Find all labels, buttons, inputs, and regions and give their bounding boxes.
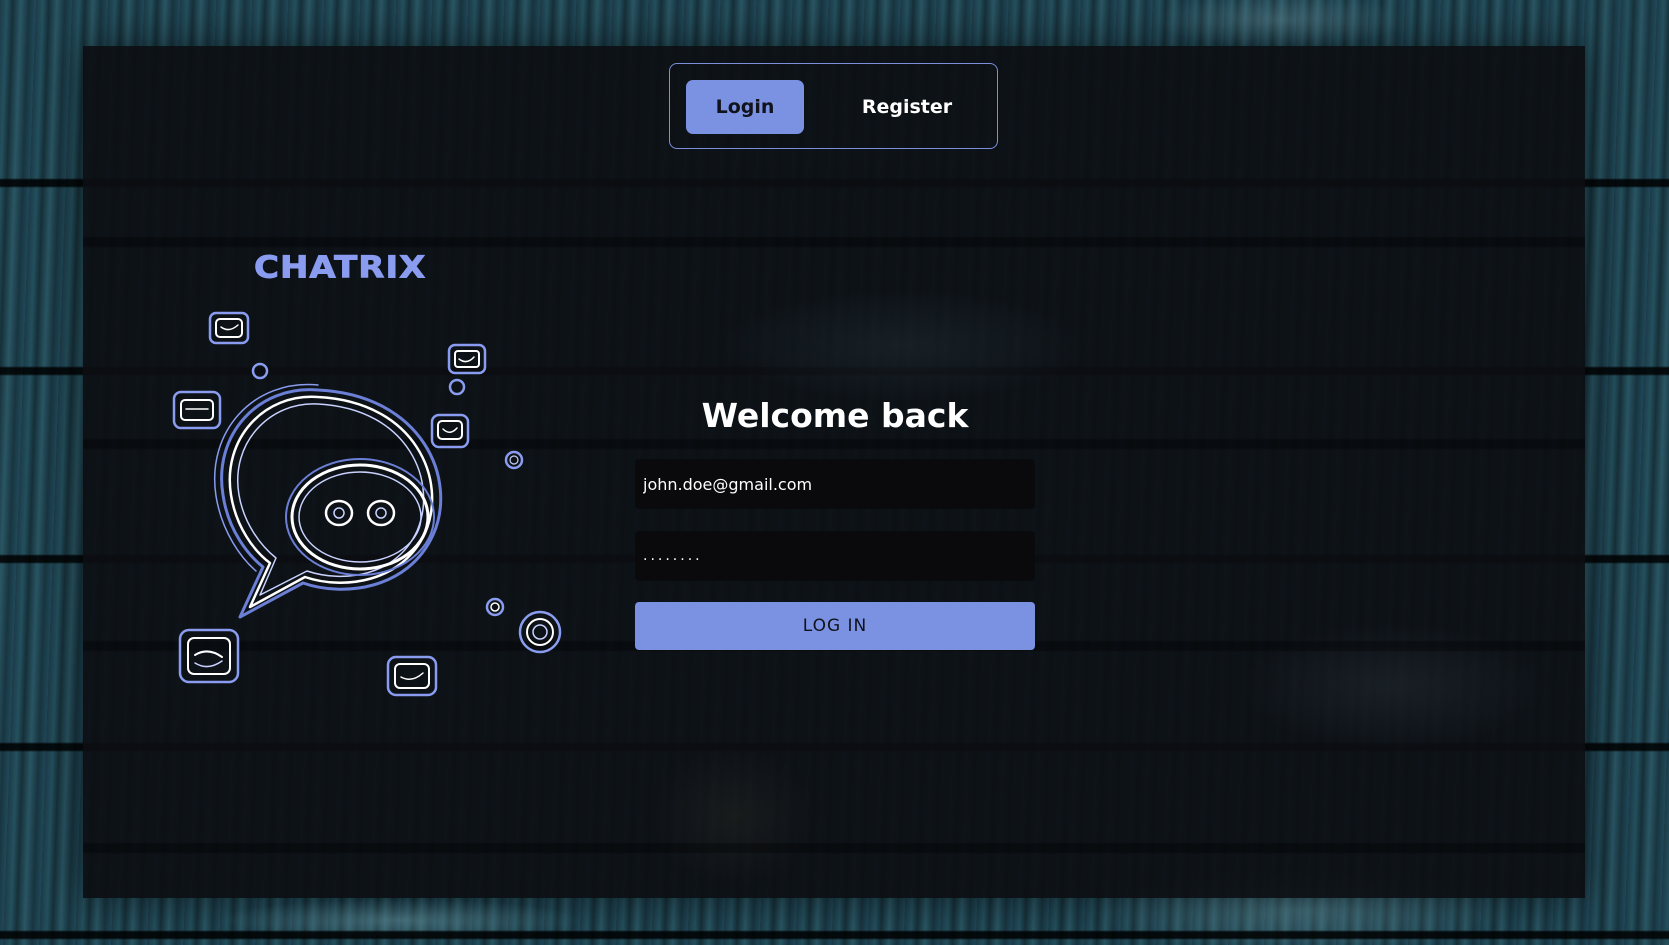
mini-chat-icon [208,311,250,345]
page-title: Welcome back [701,396,969,435]
chat-illustration-icon [172,311,562,697]
tab-login[interactable]: Login [686,80,804,134]
email-field[interactable] [635,459,1035,509]
auth-tab-bar: Login Register [669,63,998,149]
bubble-dot-icon [251,362,269,380]
mini-chat-icon [518,610,562,654]
mini-chat-icon [178,628,240,684]
mini-chat-icon [430,413,470,449]
password-field[interactable] [635,531,1035,581]
login-button[interactable]: LOG IN [635,602,1035,650]
brand-logo: CHATRIX [253,250,427,286]
speech-bubble-icon [214,383,443,619]
mini-chat-icon [447,343,487,396]
mini-chat-icon [172,390,222,430]
mini-chat-icon [386,655,438,697]
robot-face-icon [285,458,435,576]
bubble-dot-icon [504,450,524,470]
tab-register[interactable]: Register [845,80,969,134]
bubble-dot-icon [485,597,505,617]
